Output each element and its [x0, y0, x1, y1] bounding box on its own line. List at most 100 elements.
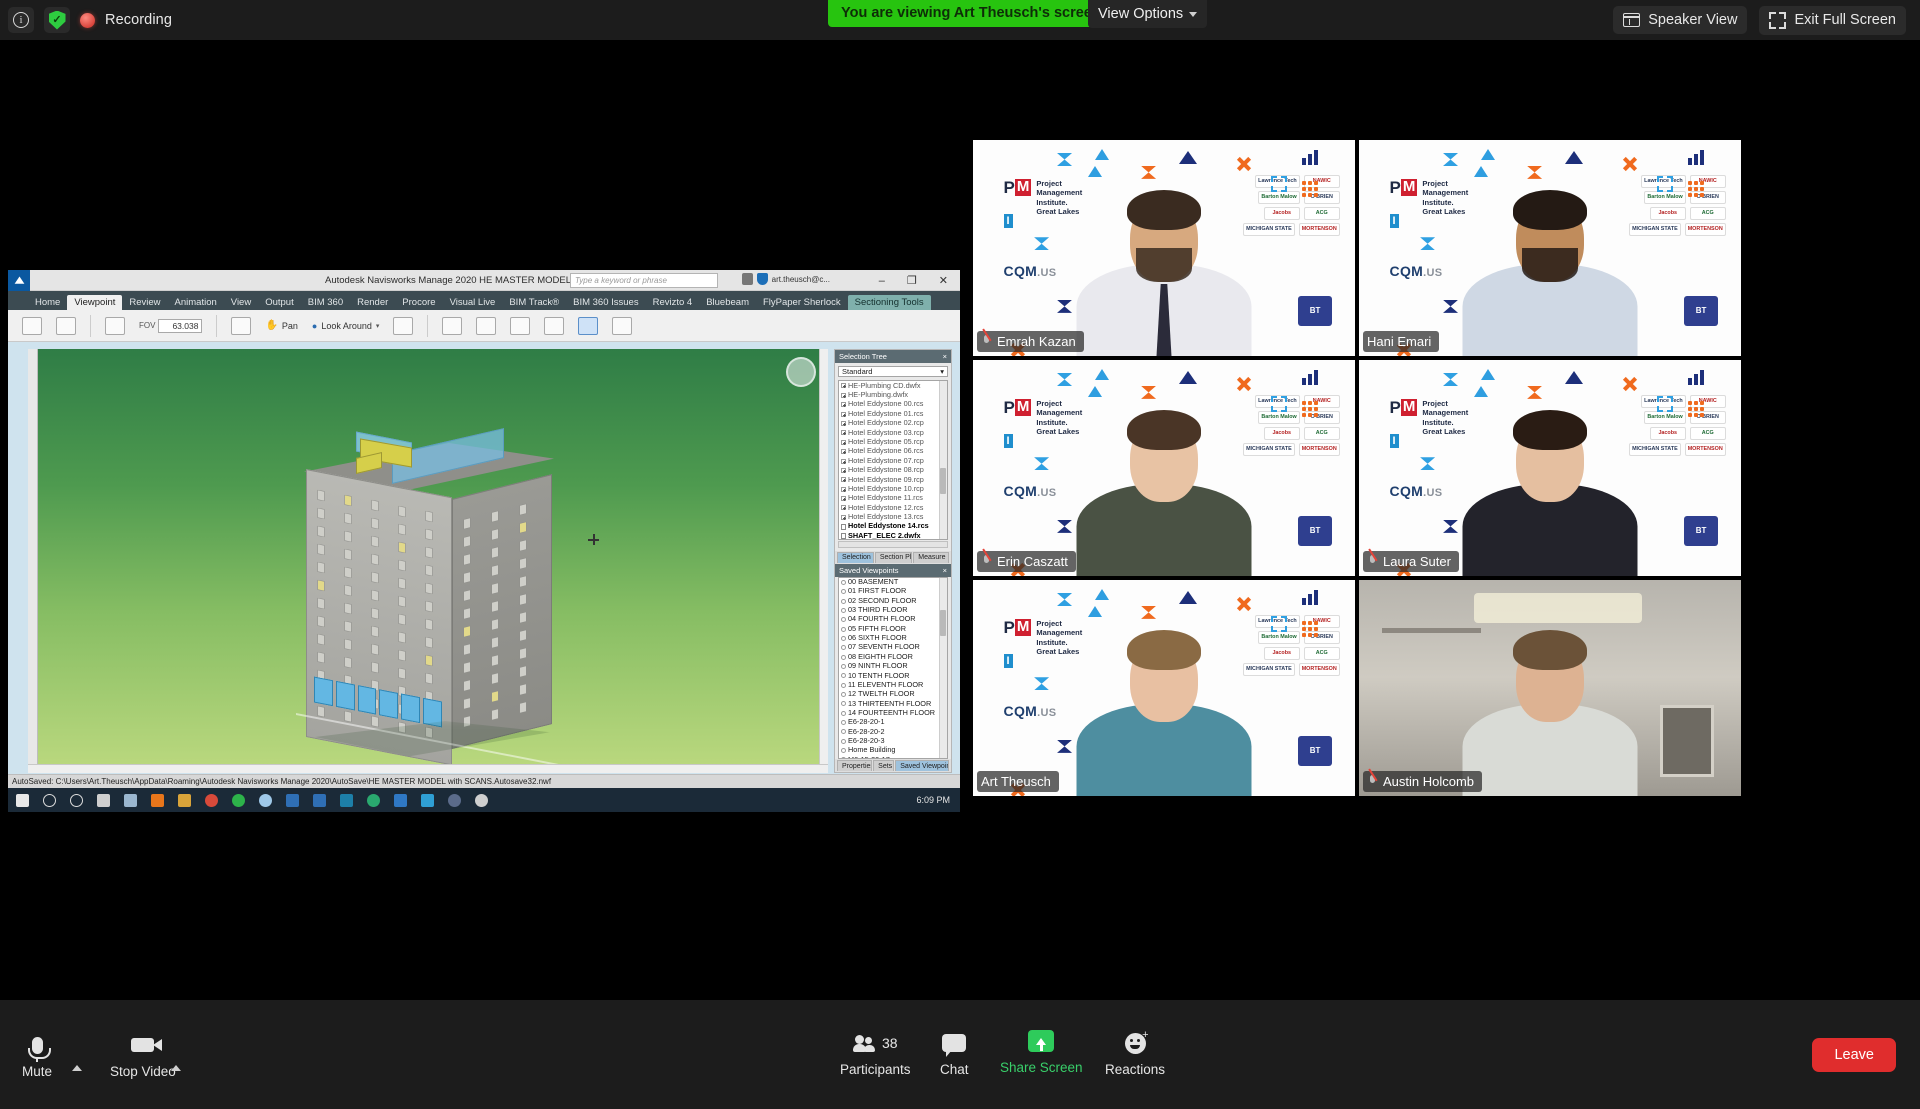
- render-style-icon[interactable]: [56, 316, 76, 335]
- video-tile[interactable]: P M Project Management Institute. Great Lakes…: [1359, 140, 1741, 356]
- ribbon-tab-procore[interactable]: Procore: [395, 295, 442, 311]
- dock-mini-tabs[interactable]: Selection ...Section Pl...Measure ...: [835, 550, 951, 564]
- view-options-button[interactable]: View Options: [1088, 0, 1208, 28]
- participants-button[interactable]: 38 Participants: [840, 1030, 911, 1077]
- expand-plus-icon[interactable]: [841, 496, 846, 502]
- ribbon-tab-render[interactable]: Render: [350, 295, 395, 311]
- unhide-icon[interactable]: [510, 316, 531, 335]
- tree-scroll-thumb[interactable]: [940, 467, 946, 494]
- share-screen-button[interactable]: Share Screen: [1000, 1028, 1083, 1075]
- expand-plus-icon[interactable]: [841, 449, 846, 455]
- saved-viewpoint-item[interactable]: E6-28-20-1: [839, 717, 947, 727]
- maximize-button[interactable]: ❐: [907, 274, 917, 287]
- navisworks-account[interactable]: art.theusch@c...: [741, 273, 830, 285]
- expand-plus-icon[interactable]: [841, 411, 846, 417]
- navisworks-app-button[interactable]: [8, 270, 30, 291]
- dock-mini-tab[interactable]: Selection ...: [837, 551, 874, 563]
- ribbon-tab-flypaper-sherlock[interactable]: FlyPaper Sherlock: [756, 295, 848, 311]
- expand-plus-icon[interactable]: [841, 477, 846, 483]
- pan-tool[interactable]: ✋ Pan: [265, 320, 297, 331]
- camera-tool[interactable]: [22, 316, 42, 335]
- search-icon[interactable]: [43, 793, 56, 807]
- exit-full-screen-button[interactable]: Exit Full Screen: [1759, 5, 1906, 35]
- leave-button[interactable]: Leave: [1812, 1038, 1896, 1072]
- ribbon-tab-sectioning-tools[interactable]: Sectioning Tools: [847, 294, 931, 310]
- stop-video-button[interactable]: Stop Video: [110, 1032, 176, 1079]
- edge-icon[interactable]: [259, 793, 272, 807]
- cortana-icon[interactable]: [70, 793, 83, 807]
- ribbon-tab-revizto[interactable]: Revizto 4: [646, 295, 700, 311]
- expand-plus-icon[interactable]: [841, 439, 846, 445]
- panel-close-icon[interactable]: ×: [943, 352, 947, 361]
- saved-viewpoint-item[interactable]: Home Building: [839, 745, 947, 755]
- folder-icon[interactable]: [178, 793, 191, 807]
- ribbon-tab-bim360-issues[interactable]: BIM 360 Issues: [566, 295, 645, 311]
- zoom-icon[interactable]: [393, 316, 414, 335]
- navisworks-ribbon-panel[interactable]: FOV 63.038 ✋ Pan ● Look Around ▾: [8, 310, 960, 342]
- viewpoints-scrollbar[interactable]: [939, 577, 947, 758]
- settings-gear-icon[interactable]: [475, 793, 488, 807]
- saved-viewpoint-item[interactable]: M6-15-20-17: [839, 755, 947, 758]
- tree-horizontal-scrollbar[interactable]: [838, 540, 948, 548]
- selection-tree-item[interactable]: Hotel Eddystone 06.rcs: [839, 447, 947, 456]
- tree-scrollbar[interactable]: [939, 381, 947, 539]
- task-view-icon[interactable]: [97, 793, 110, 807]
- ribbon-tab-animation[interactable]: Animation: [168, 295, 224, 311]
- ribbon-tab-review[interactable]: Review: [122, 295, 167, 311]
- dock-footer-tab[interactable]: Sets: [873, 760, 895, 771]
- navisworks-taskbar-icon[interactable]: [340, 793, 353, 807]
- video-tile[interactable]: Austin Holcomb: [1359, 580, 1741, 796]
- saved-viewpoint-item[interactable]: 09 NINTH FLOOR: [839, 661, 947, 671]
- window-split-toggle[interactable]: [578, 316, 599, 335]
- field-of-view-control[interactable]: FOV 63.038: [139, 318, 203, 333]
- ribbon-tab-bim360[interactable]: BIM 360: [301, 295, 350, 311]
- section-icon[interactable]: [442, 316, 463, 335]
- explorer-icon[interactable]: [124, 793, 137, 807]
- selection-tree-item[interactable]: Hotel Eddystone 08.rcp: [839, 466, 947, 475]
- navisworks-search-input[interactable]: Type a keyword or phrase: [570, 273, 718, 288]
- ribbon-tab-viewpoint[interactable]: Viewpoint: [67, 294, 123, 310]
- close-button[interactable]: ✕: [939, 274, 948, 287]
- meeting-info-button[interactable]: i: [8, 7, 34, 33]
- require-icon[interactable]: [544, 316, 565, 335]
- selection-tree-item[interactable]: SHAFT_ELEC 2.dwfx: [839, 531, 947, 539]
- ribbon-tab-home[interactable]: Home: [28, 295, 67, 311]
- viewpoints-scroll-thumb[interactable]: [940, 610, 946, 637]
- zoom-taskbar-icon[interactable]: [367, 793, 380, 807]
- view-cube-navigation[interactable]: [786, 357, 816, 387]
- model-viewport[interactable]: [28, 349, 828, 773]
- background-icon[interactable]: [612, 316, 633, 335]
- expand-plus-icon[interactable]: [841, 514, 846, 520]
- chat-button[interactable]: Chat: [940, 1030, 969, 1077]
- expand-plus-icon[interactable]: [841, 486, 846, 492]
- outlook-icon[interactable]: [394, 793, 407, 807]
- ribbon-tab-bim-track[interactable]: BIM Track®: [502, 295, 566, 311]
- bluebeam-icon[interactable]: [448, 793, 461, 807]
- speaker-view-button[interactable]: Speaker View: [1613, 6, 1748, 34]
- selection-tree-list[interactable]: HE-Plumbing CD.dwfx HE-Plumbing.dwfx Hotel…: [838, 380, 948, 540]
- dock-mini-tab[interactable]: Section Pl...: [874, 551, 913, 563]
- fov-value-input[interactable]: 63.038: [158, 318, 203, 333]
- video-tile[interactable]: P M Project Management Institute. Great Lakes…: [973, 580, 1355, 796]
- ribbon-tab-bluebeam[interactable]: Bluebeam: [699, 295, 756, 311]
- selection-tree-item[interactable]: Hotel Eddystone 02.rcp: [839, 419, 947, 428]
- expand-plus-icon[interactable]: [841, 402, 846, 408]
- revit-icon-2[interactable]: [313, 793, 326, 807]
- expand-plus-icon[interactable]: [841, 420, 846, 426]
- selection-tree-standard-dropdown[interactable]: Standard ▾: [838, 366, 948, 378]
- navisworks-window-buttons[interactable]: – ❐ ✕: [879, 270, 956, 291]
- navisworks-ribbon-tabs[interactable]: Home Viewpoint Review Animation View Out…: [8, 291, 960, 310]
- perspective-icon[interactable]: [105, 316, 125, 335]
- audio-options-chevron[interactable]: [72, 1048, 82, 1071]
- hide-icon[interactable]: [476, 316, 497, 335]
- ribbon-tab-visual-live[interactable]: Visual Live: [443, 295, 503, 311]
- ribbon-tab-output[interactable]: Output: [258, 295, 301, 311]
- minimize-button[interactable]: –: [879, 275, 885, 287]
- expand-plus-icon[interactable]: [841, 467, 846, 473]
- encryption-shield-button[interactable]: ✓: [44, 7, 70, 33]
- video-tile[interactable]: P M Project Management Institute. Great Lakes…: [973, 140, 1355, 356]
- file-icon[interactable]: [841, 533, 846, 539]
- expand-plus-icon[interactable]: [841, 430, 846, 436]
- teams-icon[interactable]: [421, 793, 434, 807]
- expand-plus-icon[interactable]: [841, 505, 846, 511]
